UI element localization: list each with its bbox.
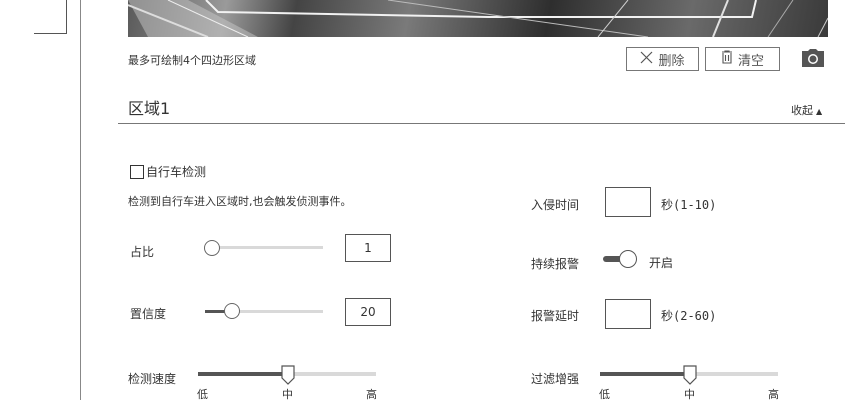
checkbox-box[interactable] xyxy=(130,164,144,179)
region-limit-hint: 最多可绘制4个四边形区域 xyxy=(128,54,256,67)
detect-speed-tick-low: 低 xyxy=(197,388,208,401)
bicycle-detection-checkbox[interactable]: 自行车检测 xyxy=(130,163,206,180)
continuous-alarm-label: 持续报警 xyxy=(531,257,580,271)
ratio-value-input[interactable]: 1 xyxy=(345,234,391,262)
continuous-alarm-toggle[interactable] xyxy=(603,250,637,270)
alarm-delay-label: 报警延时 xyxy=(531,309,580,323)
panel-divider xyxy=(80,0,81,400)
delete-button-label: 删除 xyxy=(658,53,685,69)
bicycle-detection-label: 自行车检测 xyxy=(146,165,207,179)
intrusion-time-label: 入侵时间 xyxy=(531,198,580,212)
detect-speed-tick-high: 高 xyxy=(366,388,377,401)
detect-speed-label: 检测速度 xyxy=(128,372,177,386)
detect-speed-slider-fill xyxy=(198,372,288,376)
confidence-value-input[interactable]: 20 xyxy=(345,298,391,326)
intrusion-time-unit: 秒(1-10) xyxy=(661,198,717,212)
filter-enhance-label: 过滤增强 xyxy=(531,372,580,386)
caret-up-icon: ▲ xyxy=(816,107,823,116)
filter-enhance-tick-mid: 中 xyxy=(684,388,695,401)
continuous-alarm-state: 开启 xyxy=(649,256,674,270)
close-icon xyxy=(640,51,653,68)
collapse-label: 收起 xyxy=(791,104,813,117)
filter-enhance-tick-high: 高 xyxy=(768,388,779,401)
camera-icon[interactable] xyxy=(799,47,827,71)
clear-button-label: 清空 xyxy=(737,53,764,69)
left-panel-edge-vertical xyxy=(66,0,67,34)
clear-button[interactable]: 清空 xyxy=(705,47,780,71)
camera-preview-image xyxy=(128,0,828,37)
alarm-delay-input[interactable] xyxy=(605,299,651,329)
collapse-toggle[interactable]: 收起 ▲ xyxy=(791,102,822,118)
left-panel-edge xyxy=(34,33,66,34)
region-title: 区域1 xyxy=(128,99,171,118)
filter-enhance-slider-fill xyxy=(600,372,690,376)
intrusion-time-input[interactable] xyxy=(605,187,651,217)
delete-button[interactable]: 删除 xyxy=(626,47,699,71)
ratio-slider-thumb[interactable] xyxy=(204,240,220,256)
alarm-delay-unit: 秒(2-60) xyxy=(661,309,717,323)
detect-speed-tick-mid: 中 xyxy=(282,388,293,401)
ratio-slider-track[interactable] xyxy=(205,246,323,249)
bicycle-detection-description: 检测到自行车进入区域时,也会触发侦测事件。 xyxy=(128,195,352,208)
filter-enhance-tick-low: 低 xyxy=(599,388,610,401)
ratio-label: 占比 xyxy=(130,245,155,259)
confidence-slider-thumb[interactable] xyxy=(224,303,240,319)
toggle-knob xyxy=(619,250,637,268)
trash-icon xyxy=(721,50,733,68)
section-divider xyxy=(118,123,845,124)
confidence-label: 置信度 xyxy=(130,307,167,321)
